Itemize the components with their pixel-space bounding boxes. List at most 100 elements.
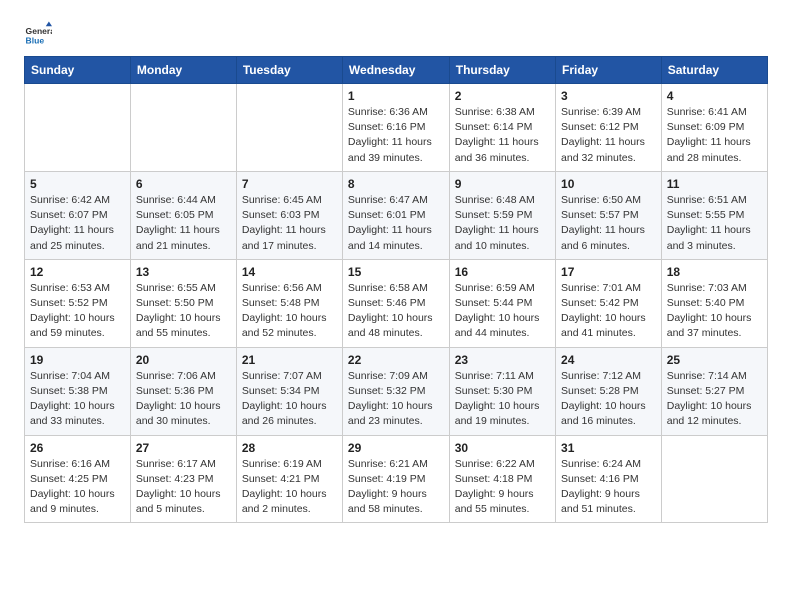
- day-info: Sunrise: 6:16 AM Sunset: 4:25 PM Dayligh…: [30, 457, 125, 518]
- day-info: Sunrise: 6:50 AM Sunset: 5:57 PM Dayligh…: [561, 193, 656, 254]
- day-number: 14: [242, 265, 337, 279]
- day-number: 8: [348, 177, 444, 191]
- day-number: 24: [561, 353, 656, 367]
- day-cell: [130, 84, 236, 172]
- svg-text:General: General: [26, 26, 52, 36]
- logo-icon: General Blue: [24, 20, 52, 48]
- day-cell: 30 Sunrise: 6:22 AM Sunset: 4:18 PM Dayli…: [449, 435, 555, 523]
- day-info: Sunrise: 6:22 AM Sunset: 4:18 PM Dayligh…: [455, 457, 550, 518]
- day-cell: [661, 435, 767, 523]
- day-number: 18: [667, 265, 762, 279]
- day-info: Sunrise: 6:39 AM Sunset: 6:12 PM Dayligh…: [561, 105, 656, 166]
- day-info: Sunrise: 6:58 AM Sunset: 5:46 PM Dayligh…: [348, 281, 444, 342]
- day-number: 30: [455, 441, 550, 455]
- day-cell: 4 Sunrise: 6:41 AM Sunset: 6:09 PM Daylig…: [661, 84, 767, 172]
- day-header-row: SundayMondayTuesdayWednesdayThursdayFrid…: [25, 57, 768, 84]
- day-cell: 19 Sunrise: 7:04 AM Sunset: 5:38 PM Dayli…: [25, 347, 131, 435]
- day-cell: 3 Sunrise: 6:39 AM Sunset: 6:12 PM Daylig…: [556, 84, 662, 172]
- week-row-4: 19 Sunrise: 7:04 AM Sunset: 5:38 PM Dayli…: [25, 347, 768, 435]
- day-header-monday: Monday: [130, 57, 236, 84]
- day-info: Sunrise: 7:07 AM Sunset: 5:34 PM Dayligh…: [242, 369, 337, 430]
- day-info: Sunrise: 6:59 AM Sunset: 5:44 PM Dayligh…: [455, 281, 550, 342]
- day-info: Sunrise: 6:47 AM Sunset: 6:01 PM Dayligh…: [348, 193, 444, 254]
- day-number: 23: [455, 353, 550, 367]
- day-cell: 13Sunrise: 6:55 AM Sunset: 5:50 PM Dayli…: [130, 259, 236, 347]
- day-info: Sunrise: 6:41 AM Sunset: 6:09 PM Dayligh…: [667, 105, 762, 166]
- day-header-thursday: Thursday: [449, 57, 555, 84]
- day-number: 11: [667, 177, 762, 191]
- day-info: Sunrise: 7:14 AM Sunset: 5:27 PM Dayligh…: [667, 369, 762, 430]
- day-cell: 27 Sunrise: 6:17 AM Sunset: 4:23 PM Dayli…: [130, 435, 236, 523]
- day-cell: 25 Sunrise: 7:14 AM Sunset: 5:27 PM Dayli…: [661, 347, 767, 435]
- day-cell: 18 Sunrise: 7:03 AM Sunset: 5:40 PM Dayli…: [661, 259, 767, 347]
- day-info: Sunrise: 7:06 AM Sunset: 5:36 PM Dayligh…: [136, 369, 231, 430]
- logo: General Blue: [24, 20, 56, 48]
- day-header-tuesday: Tuesday: [236, 57, 342, 84]
- day-info: Sunrise: 7:12 AM Sunset: 5:28 PM Dayligh…: [561, 369, 656, 430]
- day-number: 29: [348, 441, 444, 455]
- day-header-saturday: Saturday: [661, 57, 767, 84]
- day-info: Sunrise: 6:17 AM Sunset: 4:23 PM Dayligh…: [136, 457, 231, 518]
- day-number: 15: [348, 265, 444, 279]
- day-cell: 11 Sunrise: 6:51 AM Sunset: 5:55 PM Dayli…: [661, 171, 767, 259]
- day-info: Sunrise: 6:56 AM Sunset: 5:48 PM Dayligh…: [242, 281, 337, 342]
- week-row-1: 1 Sunrise: 6:36 AM Sunset: 6:16 PM Daylig…: [25, 84, 768, 172]
- day-number: 1: [348, 89, 444, 103]
- day-info: Sunrise: 7:01 AM Sunset: 5:42 PM Dayligh…: [561, 281, 656, 342]
- day-number: 12: [30, 265, 125, 279]
- day-info: Sunrise: 7:11 AM Sunset: 5:30 PM Dayligh…: [455, 369, 550, 430]
- day-info: Sunrise: 6:38 AM Sunset: 6:14 PM Dayligh…: [455, 105, 550, 166]
- day-cell: 15 Sunrise: 6:58 AM Sunset: 5:46 PM Dayli…: [342, 259, 449, 347]
- day-cell: 10 Sunrise: 6:50 AM Sunset: 5:57 PM Dayli…: [556, 171, 662, 259]
- day-cell: 21 Sunrise: 7:07 AM Sunset: 5:34 PM Dayli…: [236, 347, 342, 435]
- day-info: Sunrise: 7:04 AM Sunset: 5:38 PM Dayligh…: [30, 369, 125, 430]
- day-number: 3: [561, 89, 656, 103]
- day-info: Sunrise: 6:44 AM Sunset: 6:05 PM Dayligh…: [136, 193, 231, 254]
- day-cell: 7 Sunrise: 6:45 AM Sunset: 6:03 PM Daylig…: [236, 171, 342, 259]
- day-number: 21: [242, 353, 337, 367]
- day-number: 27: [136, 441, 231, 455]
- day-cell: 26 Sunrise: 6:16 AM Sunset: 4:25 PM Dayli…: [25, 435, 131, 523]
- day-number: 4: [667, 89, 762, 103]
- day-number: 25: [667, 353, 762, 367]
- day-number: 9: [455, 177, 550, 191]
- week-row-3: 12Sunrise: 6:53 AM Sunset: 5:52 PM Dayli…: [25, 259, 768, 347]
- day-number: 7: [242, 177, 337, 191]
- day-number: 5: [30, 177, 125, 191]
- day-cell: [236, 84, 342, 172]
- day-cell: 28 Sunrise: 6:19 AM Sunset: 4:21 PM Dayli…: [236, 435, 342, 523]
- day-number: 10: [561, 177, 656, 191]
- day-cell: 12Sunrise: 6:53 AM Sunset: 5:52 PM Dayli…: [25, 259, 131, 347]
- day-info: Sunrise: 7:03 AM Sunset: 5:40 PM Dayligh…: [667, 281, 762, 342]
- week-row-5: 26 Sunrise: 6:16 AM Sunset: 4:25 PM Dayli…: [25, 435, 768, 523]
- svg-text:Blue: Blue: [26, 35, 45, 45]
- day-info: Sunrise: 6:48 AM Sunset: 5:59 PM Dayligh…: [455, 193, 550, 254]
- day-info: Sunrise: 6:21 AM Sunset: 4:19 PM Dayligh…: [348, 457, 444, 518]
- day-number: 20: [136, 353, 231, 367]
- day-info: Sunrise: 6:19 AM Sunset: 4:21 PM Dayligh…: [242, 457, 337, 518]
- day-number: 22: [348, 353, 444, 367]
- day-number: 19: [30, 353, 125, 367]
- day-header-sunday: Sunday: [25, 57, 131, 84]
- day-info: Sunrise: 6:51 AM Sunset: 5:55 PM Dayligh…: [667, 193, 762, 254]
- week-row-2: 5Sunrise: 6:42 AM Sunset: 6:07 PM Daylig…: [25, 171, 768, 259]
- day-info: Sunrise: 6:24 AM Sunset: 4:16 PM Dayligh…: [561, 457, 656, 518]
- day-cell: 24 Sunrise: 7:12 AM Sunset: 5:28 PM Dayli…: [556, 347, 662, 435]
- day-cell: 17Sunrise: 7:01 AM Sunset: 5:42 PM Dayli…: [556, 259, 662, 347]
- day-cell: 9 Sunrise: 6:48 AM Sunset: 5:59 PM Daylig…: [449, 171, 555, 259]
- day-number: 26: [30, 441, 125, 455]
- day-number: 6: [136, 177, 231, 191]
- day-info: Sunrise: 6:36 AM Sunset: 6:16 PM Dayligh…: [348, 105, 444, 166]
- day-info: Sunrise: 6:45 AM Sunset: 6:03 PM Dayligh…: [242, 193, 337, 254]
- day-cell: 14 Sunrise: 6:56 AM Sunset: 5:48 PM Dayli…: [236, 259, 342, 347]
- day-cell: 8 Sunrise: 6:47 AM Sunset: 6:01 PM Daylig…: [342, 171, 449, 259]
- day-header-wednesday: Wednesday: [342, 57, 449, 84]
- day-number: 28: [242, 441, 337, 455]
- day-cell: 2 Sunrise: 6:38 AM Sunset: 6:14 PM Daylig…: [449, 84, 555, 172]
- day-number: 16: [455, 265, 550, 279]
- calendar-table: SundayMondayTuesdayWednesdayThursdayFrid…: [24, 56, 768, 523]
- day-number: 31: [561, 441, 656, 455]
- day-number: 2: [455, 89, 550, 103]
- day-info: Sunrise: 7:09 AM Sunset: 5:32 PM Dayligh…: [348, 369, 444, 430]
- day-cell: 22 Sunrise: 7:09 AM Sunset: 5:32 PM Dayli…: [342, 347, 449, 435]
